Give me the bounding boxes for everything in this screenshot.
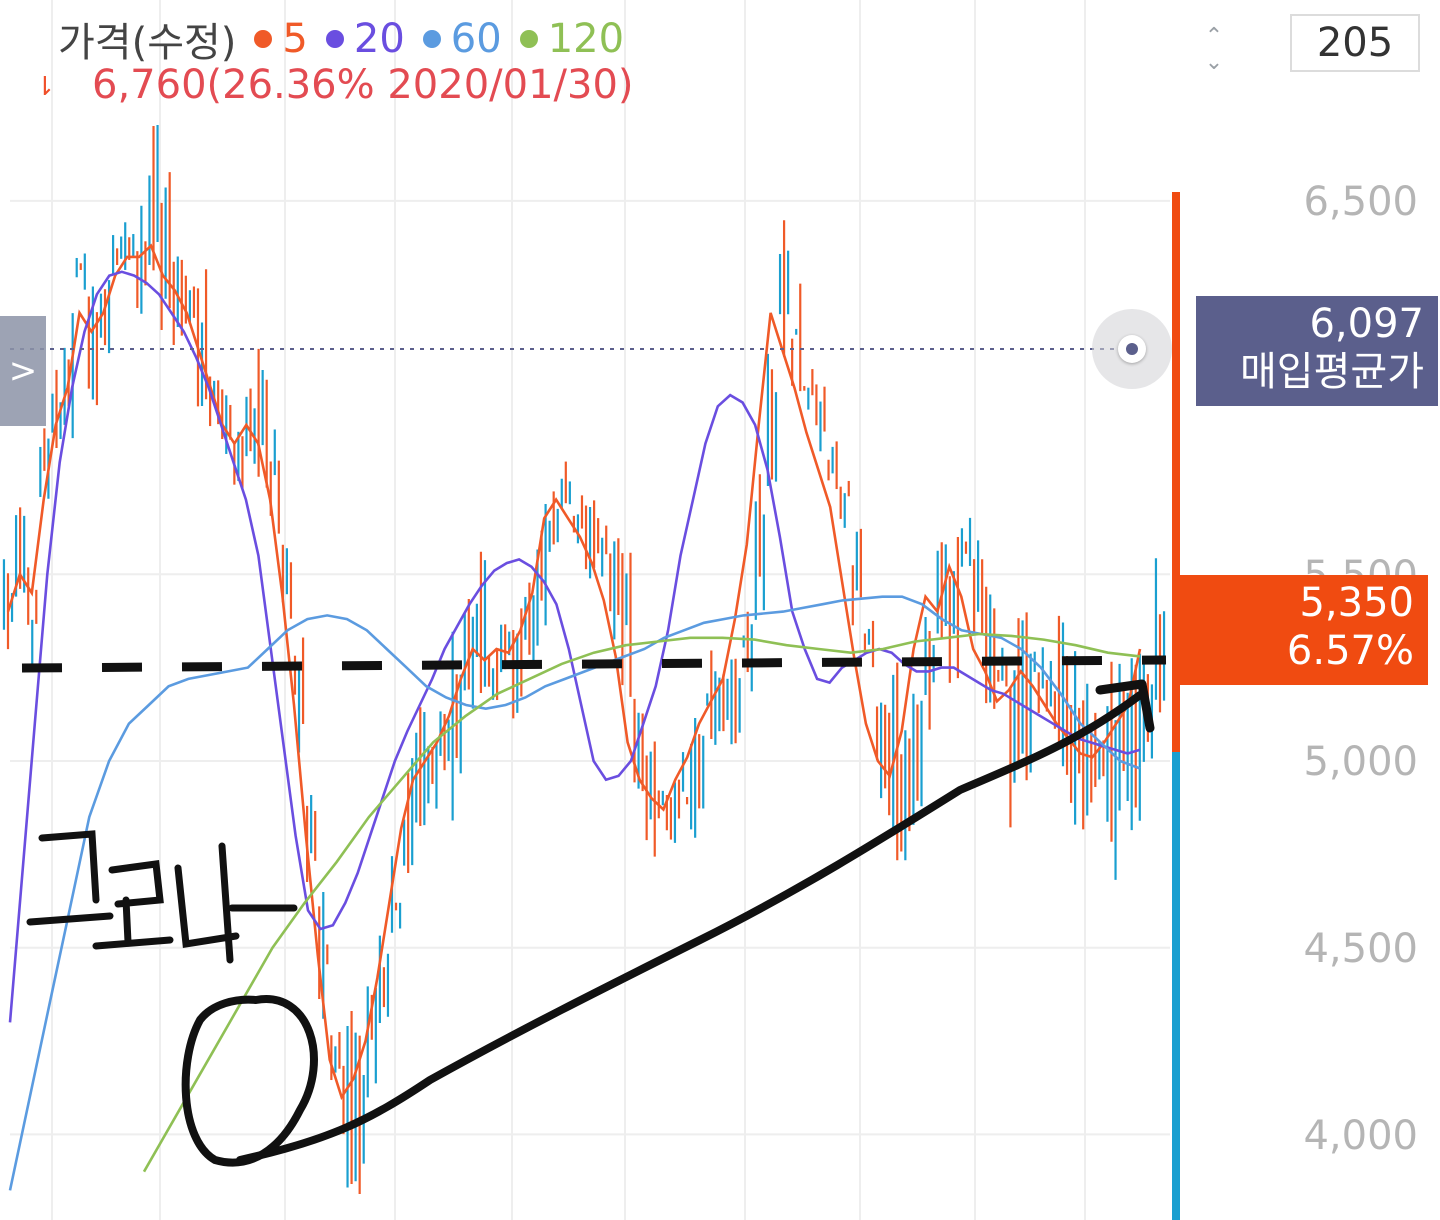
y-tick-label: 4,000 (1303, 1113, 1418, 1159)
y-tick-label: 4,500 (1303, 926, 1418, 972)
legend-dot-icon (325, 30, 344, 48)
high-marker-icon: ⇂ (34, 72, 56, 102)
hand-drawn-circle (181, 995, 318, 1167)
expand-panel-button[interactable]: > (0, 316, 46, 426)
chevron-down-icon[interactable]: ⌄ (1196, 50, 1232, 76)
current-price-label: 5,350 6.57% (1180, 575, 1428, 685)
legend: 가격(수정) 5 20 60 120 (58, 14, 625, 66)
legend-title: 가격(수정) (58, 20, 237, 66)
candle-count-stepper[interactable]: ⌃ ⌄ (1196, 24, 1232, 80)
legend-dot-icon (519, 30, 538, 48)
price-range-bar-down (1172, 752, 1180, 1220)
y-tick-label: 6,500 (1303, 179, 1418, 225)
hand-drawn-handwriting (26, 830, 298, 964)
candle-count-input[interactable]: 205 (1290, 14, 1420, 72)
legend-item-ma20[interactable]: 20 (325, 16, 405, 62)
current-price-change: 6.57% (1286, 628, 1414, 674)
high-price-info: 6,760(26.36% 2020/01/30) (92, 62, 634, 108)
legend-item-ma60[interactable]: 60 (422, 16, 502, 62)
price-range-bar-up (1172, 192, 1180, 752)
chevron-up-icon[interactable]: ⌃ (1196, 24, 1232, 50)
avg-price-caption: 매입평균가 (1240, 349, 1424, 395)
grid (10, 0, 1170, 1220)
moving-averages (6, 243, 1142, 1191)
current-price-value: 5,350 (1299, 580, 1414, 626)
legend-item-ma5[interactable]: 5 (254, 16, 308, 62)
legend-label: 120 (547, 16, 625, 62)
legend-dot-icon (422, 30, 441, 48)
chevron-right-icon: > (8, 351, 38, 391)
avg-price-label: 6,097 매입평균가 (1196, 296, 1438, 406)
legend-item-ma120[interactable]: 120 (519, 16, 625, 62)
hand-drawn-arrow (236, 691, 1144, 1164)
avg-price-value: 6,097 (1309, 301, 1424, 347)
annotations (10, 192, 1180, 1220)
handle-core (1126, 343, 1138, 355)
y-tick-label: 5,000 (1303, 739, 1418, 785)
legend-dot-icon (254, 30, 273, 48)
avg-price-drag-handle[interactable] (1092, 309, 1172, 389)
legend-label: 5 (282, 16, 308, 62)
legend-label: 20 (353, 16, 405, 62)
legend-label: 60 (450, 16, 502, 62)
